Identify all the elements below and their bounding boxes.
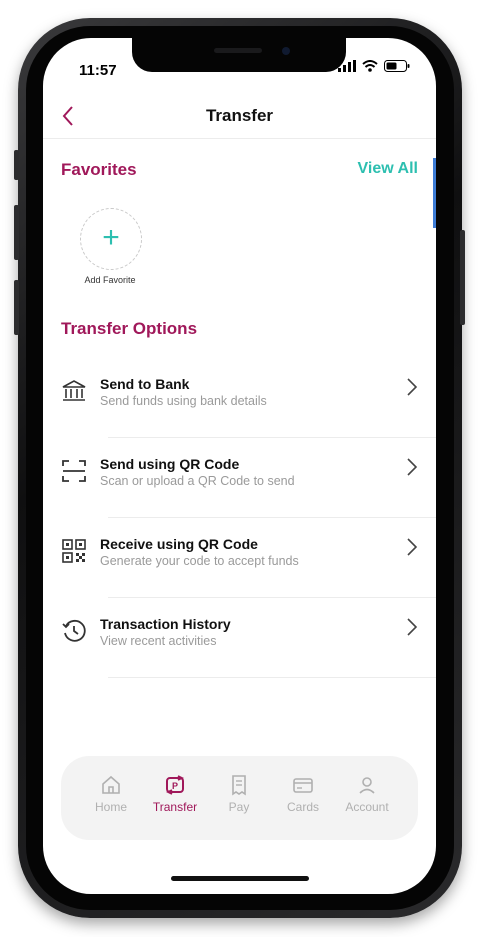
receipt-icon <box>209 774 269 796</box>
card-icon <box>273 774 333 796</box>
speaker <box>214 48 262 53</box>
option-label: Transaction History <box>100 616 231 632</box>
tab-pay[interactable]: Pay <box>209 774 269 814</box>
chevron-right-icon <box>406 536 418 564</box>
tab-label: Cards <box>286 800 319 814</box>
add-favorite-label: Add Favorite <box>84 275 136 285</box>
app-header: Transfer <box>43 98 436 139</box>
screen: 11:57 Transfer Favorites View All + Add … <box>43 38 436 894</box>
tab-account[interactable]: Account <box>337 774 397 814</box>
qr-scan-icon <box>61 458 87 484</box>
page-title: Transfer <box>205 106 274 125</box>
tab-label: Transfer <box>152 800 198 814</box>
tab-transfer[interactable]: P Transfer <box>145 774 205 814</box>
option-receive-qr[interactable]: Receive using QR Code Generate your code… <box>43 518 436 598</box>
view-all-link[interactable]: View All <box>358 160 418 178</box>
option-subtitle: Send funds using bank details <box>100 394 267 408</box>
status-time: 11:57 <box>79 62 117 79</box>
tab-label: Pay <box>228 800 250 814</box>
tab-home[interactable]: Home <box>81 774 141 814</box>
signal-icon <box>338 60 356 72</box>
battery-icon <box>384 60 410 72</box>
option-subtitle: Generate your code to accept funds <box>100 554 299 568</box>
history-icon <box>61 618 87 644</box>
plus-icon: + <box>102 221 120 254</box>
volume-up-button <box>14 205 19 260</box>
option-send-to-bank[interactable]: Send to Bank Send funds using bank detai… <box>43 358 436 438</box>
home-indicator[interactable] <box>171 876 309 881</box>
favorites-title: Favorites <box>61 160 137 179</box>
divider <box>108 677 436 678</box>
option-subtitle: Scan or upload a QR Code to send <box>100 474 295 488</box>
option-label: Send to Bank <box>100 376 190 392</box>
volume-down-button <box>14 280 19 335</box>
home-icon <box>81 774 141 796</box>
notch <box>132 38 346 72</box>
option-send-qr[interactable]: Send using QR Code Scan or upload a QR C… <box>43 438 436 518</box>
option-label: Receive using QR Code <box>100 536 258 552</box>
tab-label: Home <box>94 800 127 814</box>
option-subtitle: View recent activities <box>100 634 217 648</box>
transfer-options-title: Transfer Options <box>61 319 198 338</box>
silent-switch <box>14 150 19 180</box>
person-icon <box>337 774 397 796</box>
svg-text:P: P <box>172 781 178 791</box>
bank-icon <box>61 378 87 404</box>
option-label: Send using QR Code <box>100 456 240 472</box>
chevron-right-icon <box>406 376 418 404</box>
transfer-icon: P <box>145 774 205 796</box>
chevron-right-icon <box>406 456 418 484</box>
option-transaction-history[interactable]: Transaction History View recent activiti… <box>43 598 436 678</box>
status-icons <box>338 60 410 72</box>
chevron-right-icon <box>406 616 418 644</box>
tab-cards[interactable]: Cards <box>273 774 333 814</box>
scroll-indicator <box>433 158 436 228</box>
add-favorite-button[interactable]: + <box>80 208 142 270</box>
bottom-tab-bar: Home P Transfer Pay Cards Account <box>61 756 418 840</box>
camera <box>282 47 290 55</box>
qr-code-icon <box>61 538 87 564</box>
power-button <box>460 230 465 325</box>
tab-label: Account <box>345 800 389 814</box>
wifi-icon <box>362 60 378 72</box>
